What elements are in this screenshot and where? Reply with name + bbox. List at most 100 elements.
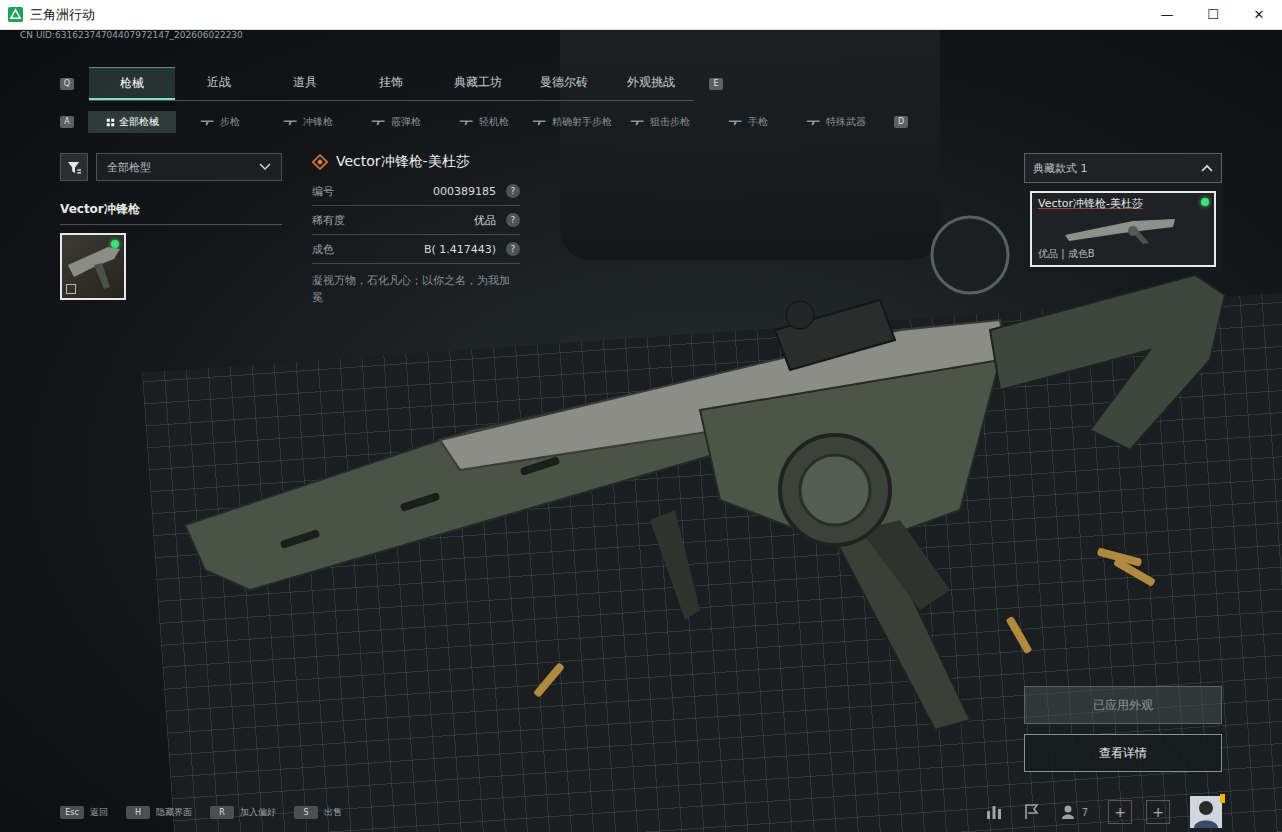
category-tab[interactable]: 挂饰 (348, 67, 434, 100)
action-button: 已应用外观 (1024, 686, 1222, 724)
style-panel: 典藏款式 1 Vector冲锋枪-美杜莎 优品 | 成色B 已应用外观查看详情 (1024, 153, 1222, 772)
weapon-type-tab[interactable]: 特殊武器 (792, 111, 880, 133)
ui-layer: CN UID:63162374704407972147_202606022230… (0, 30, 1282, 832)
gun-preview-icon (1063, 215, 1183, 245)
equipped-dot (1201, 198, 1209, 206)
add-button[interactable]: + (1146, 800, 1170, 824)
game-window: 三角洲行动 —☐✕ CN UID:63162374704407972147_20… (0, 0, 1282, 832)
weapon-thumbnails (60, 233, 282, 300)
next-key[interactable]: E (709, 78, 723, 90)
detail-value: 优品 (474, 213, 496, 228)
key-hint-label: 返回 (90, 806, 108, 819)
filter-row: 全部枪型 (60, 153, 282, 181)
content: 全部枪型 Vector冲锋枪 Vector冲锋枪-美杜莎 编号 00038918… (60, 153, 1222, 798)
filter-button[interactable] (60, 153, 88, 181)
flag-icon[interactable] (1023, 803, 1041, 821)
delta-logo-icon (8, 7, 23, 22)
tab-list: 枪械近战道具挂饰典藏工坊曼德尔砖外观挑战 (89, 67, 694, 101)
avatar-icon (1190, 796, 1222, 828)
category-tabs: Q 枪械近战道具挂饰典藏工坊曼德尔砖外观挑战 E (60, 67, 1222, 101)
help-button[interactable]: ? (506, 213, 520, 227)
window-control[interactable]: ☐ (1190, 0, 1236, 29)
key-hint-label: 加入偏好 (240, 806, 276, 819)
weapon-type-tab[interactable]: 精确射手步枪 (528, 111, 616, 133)
detail-label: 稀有度 (312, 213, 474, 228)
friends-button[interactable]: 7 (1061, 803, 1088, 821)
skin-description: 凝视万物，石化凡心；以你之名，为我加冕 (312, 272, 520, 306)
bottom-bar: Esc 返回 H 隐藏界面 R 加入偏好 S 出售 7 + + (60, 798, 1222, 826)
weapon-list-panel: 全部枪型 Vector冲锋枪 (60, 153, 282, 772)
footer-icons: 7 + + (985, 796, 1222, 828)
skin-detail: Vector冲锋枪-美杜莎 编号 000389185 ?稀有度 优品 ?成色 B… (312, 153, 520, 772)
chevron-down-icon (259, 163, 271, 171)
category-tab[interactable]: 道具 (262, 67, 348, 100)
weapon-group-label: Vector冲锋枪 (60, 201, 282, 225)
weapon-type-tab[interactable]: 狙击步枪 (616, 111, 704, 133)
key-hint[interactable]: Esc 返回 (60, 806, 108, 819)
detail-label: 编号 (312, 184, 433, 199)
weapon-type-tab[interactable]: 轻机枪 (440, 111, 528, 133)
skin-title: Vector冲锋枪-美杜莎 (312, 153, 520, 177)
key-hint[interactable]: H 隐藏界面 (126, 806, 192, 819)
detail-row: 成色 B( 1.417443) ? (312, 235, 520, 264)
gun-icon (371, 118, 387, 126)
detail-row: 编号 000389185 ? (312, 177, 520, 206)
key-hint[interactable]: S 出售 (294, 806, 342, 819)
category-tab[interactable]: 典藏工坊 (435, 67, 521, 100)
add-button[interactable]: + (1108, 800, 1132, 824)
collection-icon (66, 284, 76, 294)
detail-label: 成色 (312, 242, 424, 257)
gun-type-dropdown[interactable]: 全部枪型 (96, 153, 282, 181)
prev-key[interactable]: Q (60, 78, 74, 90)
next-key[interactable]: D (894, 116, 908, 128)
action-button[interactable]: 查看详情 (1024, 734, 1222, 772)
category-tab[interactable]: 枪械 (89, 67, 175, 100)
weapon-type-tab[interactable]: 步枪 (176, 111, 264, 133)
rarity-diamond-icon (312, 154, 328, 170)
category-tab[interactable]: 外观挑战 (608, 67, 694, 100)
help-button[interactable]: ? (506, 184, 520, 198)
window-control[interactable]: ✕ (1236, 0, 1282, 29)
style-card[interactable]: Vector冲锋枪-美杜莎 优品 | 成色B (1030, 191, 1216, 267)
key-cap: S (294, 806, 318, 819)
style-name: Vector冲锋枪-美杜莎 (1038, 196, 1208, 211)
weapon-type-tab[interactable]: 冲锋枪 (264, 111, 352, 133)
style-info: 优品 | 成色B (1038, 247, 1208, 261)
uid-label: CN UID:63162374704407972147_202606022230 (20, 30, 1222, 48)
weapon-thumbnail[interactable] (60, 233, 126, 300)
category-tab[interactable]: 近战 (175, 67, 261, 100)
window-control[interactable]: — (1144, 0, 1190, 29)
friends-icon (1061, 803, 1079, 821)
window-controls: —☐✕ (1144, 0, 1282, 29)
friends-count: 7 (1082, 807, 1088, 818)
key-hint-label: 隐藏界面 (156, 806, 192, 819)
key-hint-label: 出售 (324, 806, 342, 819)
weapon-type-tab[interactable]: 手枪 (704, 111, 792, 133)
help-button[interactable]: ? (506, 242, 520, 256)
chevron-up-icon (1201, 164, 1213, 172)
detail-value: 000389185 (433, 185, 496, 198)
funnel-icon (67, 160, 82, 175)
key-hint[interactable]: R 加入偏好 (210, 806, 276, 819)
gun-icon (630, 118, 646, 126)
prev-key[interactable]: A (60, 116, 74, 128)
key-cap: R (210, 806, 234, 819)
style-dropdown[interactable]: 典藏款式 1 (1024, 153, 1222, 183)
key-hints: Esc 返回 H 隐藏界面 R 加入偏好 S 出售 (60, 806, 342, 819)
equipped-dot (111, 240, 119, 248)
avatar[interactable] (1190, 796, 1222, 828)
gun-icon (283, 118, 299, 126)
weapon-type-tabs: A 全部枪械 步枪 冲锋枪 霰弹枪 轻机枪 精确射手步枪 狙击步枪 手枪 特殊武… (60, 111, 1222, 133)
window-title: 三角洲行动 (30, 6, 1144, 24)
gun-icon (728, 118, 744, 126)
case-backdrop (560, 30, 940, 260)
weapon-type-tab[interactable]: 霰弹枪 (352, 111, 440, 133)
detail-row: 稀有度 优品 ? (312, 206, 520, 235)
category-tab[interactable]: 曼德尔砖 (521, 67, 607, 100)
stage: CN UID:63162374704407972147_202606022230… (0, 30, 1282, 832)
stats-icon[interactable] (985, 803, 1003, 821)
gun-icon (200, 118, 216, 126)
grid-icon (106, 118, 115, 127)
weapon-type-tab[interactable]: 全部枪械 (88, 111, 176, 133)
key-cap: Esc (60, 806, 84, 819)
